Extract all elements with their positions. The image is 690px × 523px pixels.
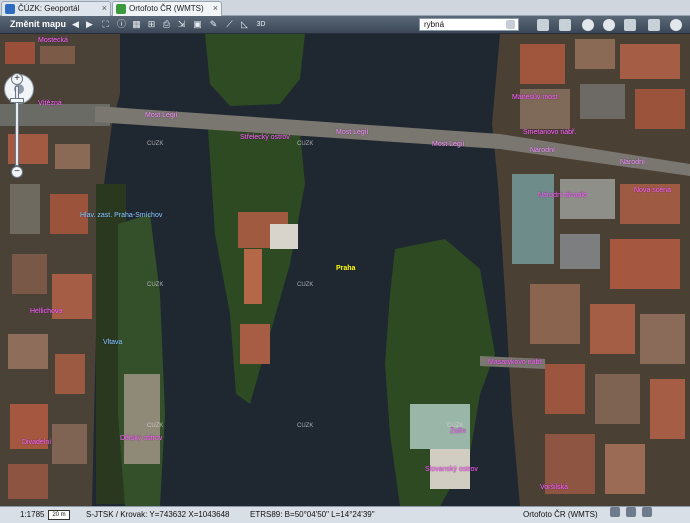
street-label: Most Legií (336, 129, 369, 136)
search-icon[interactable] (506, 20, 515, 29)
street-label: Voršilská (540, 484, 569, 491)
close-tab-icon[interactable]: × (213, 2, 218, 15)
fullscreen-icon[interactable] (626, 507, 636, 517)
tab-ortofoto-label: Ortofoto ČR (WMTS) (129, 4, 204, 13)
full-extent-icon[interactable]: ⛶ (100, 19, 111, 30)
tools-icon[interactable]: ✎ (208, 19, 219, 30)
street-label: Smetanovo nábř. (523, 129, 577, 136)
close-tab-icon[interactable]: × (102, 2, 107, 15)
active-layer-label: Ortofoto ČR (WMTS) (523, 510, 598, 519)
forward-arrow-icon[interactable]: ▶ (84, 19, 95, 30)
grid-icon[interactable] (559, 19, 571, 31)
street-label: Nová scéna (634, 187, 671, 194)
3d-icon[interactable]: 3D (254, 19, 268, 30)
settings-icon[interactable] (582, 19, 594, 31)
export-icon[interactable]: ⇲ (176, 19, 187, 30)
watermark: ČÚZK (147, 141, 164, 147)
tab-geoportal[interactable]: ČÚZK: Geoportál × (1, 1, 111, 16)
orthophoto-map[interactable]: Mostecká Mánesův most Střelecký ostrov M… (0, 34, 690, 506)
share-icon[interactable] (642, 507, 652, 517)
coordinates-readout: S-JTSK / Krovak: Y=743632 X=1043648 (86, 510, 230, 519)
print-right-icon[interactable] (624, 19, 636, 31)
window-icon[interactable] (648, 19, 660, 31)
street-label: Mostecká (38, 37, 68, 44)
back-arrow-icon[interactable]: ◀ (70, 19, 81, 30)
river-label: Vltava (103, 339, 123, 346)
globe-icon[interactable] (670, 19, 682, 31)
watermark: ČÚZK (447, 423, 464, 429)
street-label: Národní divadlo (538, 192, 588, 199)
select-icon[interactable]: ▦ (131, 19, 142, 30)
zoom-out-button[interactable]: − (11, 166, 23, 178)
watermark: ČÚZK (147, 423, 164, 429)
map-scale: 1:1785 (20, 510, 45, 519)
scalebar: 20 m (48, 510, 70, 520)
city-label: Praha (336, 265, 356, 272)
street-label: Most Legií (145, 112, 178, 119)
browser-tab-bar: ČÚZK: Geoportál × Ortofoto ČR (WMTS) × (0, 0, 690, 16)
info-icon[interactable]: ⓘ (116, 19, 127, 30)
watermark: ČÚZK (297, 423, 314, 429)
watermark: ČÚZK (297, 141, 314, 147)
measure-distance-icon[interactable]: ⟋ (224, 19, 235, 30)
layer-switch-icon[interactable] (610, 507, 620, 517)
street-label: Žofín (450, 428, 466, 435)
search-input[interactable]: rybná (419, 18, 519, 31)
street-label: Masarykovo nábř. (488, 359, 544, 366)
geoportal-favicon-icon (5, 4, 15, 14)
island-label: Dětský ostrov (120, 435, 163, 442)
zoom-slider-thumb[interactable] (10, 98, 24, 103)
zoom-box-icon[interactable]: ⊞ (146, 19, 157, 30)
watermark: ČÚZK (147, 282, 164, 288)
island-label: Slovanský ostrov (425, 466, 478, 473)
status-bar: 1:1785 20 m S-JTSK / Krovak: Y=743632 X=… (0, 506, 690, 523)
tab-ortofoto[interactable]: Ortofoto ČR (WMTS) × (112, 1, 222, 16)
tab-geoportal-label: ČÚZK: Geoportál (18, 4, 80, 13)
street-label: Národní (620, 159, 645, 166)
help-icon[interactable] (603, 19, 615, 31)
street-label: Vítězná (38, 100, 62, 107)
street-label: Hellichova (30, 308, 63, 315)
geoportal-window: ČÚZK: Geoportál × Ortofoto ČR (WMTS) × Z… (0, 0, 690, 523)
measure-area-icon[interactable]: ◺ (239, 19, 250, 30)
frame-icon[interactable]: ▣ (192, 19, 203, 30)
etrs-readout: ETRS89: B=50°04'50" L=14°24'39" (250, 510, 375, 519)
street-label: Most Legií (432, 141, 465, 148)
layers-icon[interactable] (537, 19, 549, 31)
street-label: Mánesův most (512, 94, 558, 101)
street-label: Národní (530, 147, 555, 154)
watermark: ČÚZK (297, 282, 314, 288)
print-icon[interactable]: ⎙ (161, 19, 172, 30)
change-map-button[interactable]: Změnit mapu (10, 19, 66, 29)
station-label: Hlav. zast. Praha-Smíchov (80, 212, 163, 219)
ortofoto-favicon-icon (116, 4, 126, 14)
street-label: Divadelní (22, 439, 52, 446)
island-label: Střelecký ostrov (240, 134, 290, 141)
zoom-in-button[interactable]: + (11, 73, 23, 85)
map-toolbar: Změnit mapu ◀ ▶ ⛶ ⓘ ▦ ⊞ ⎙ ⇲ ▣ ✎ ⟋ ◺ 3D r… (0, 16, 690, 34)
